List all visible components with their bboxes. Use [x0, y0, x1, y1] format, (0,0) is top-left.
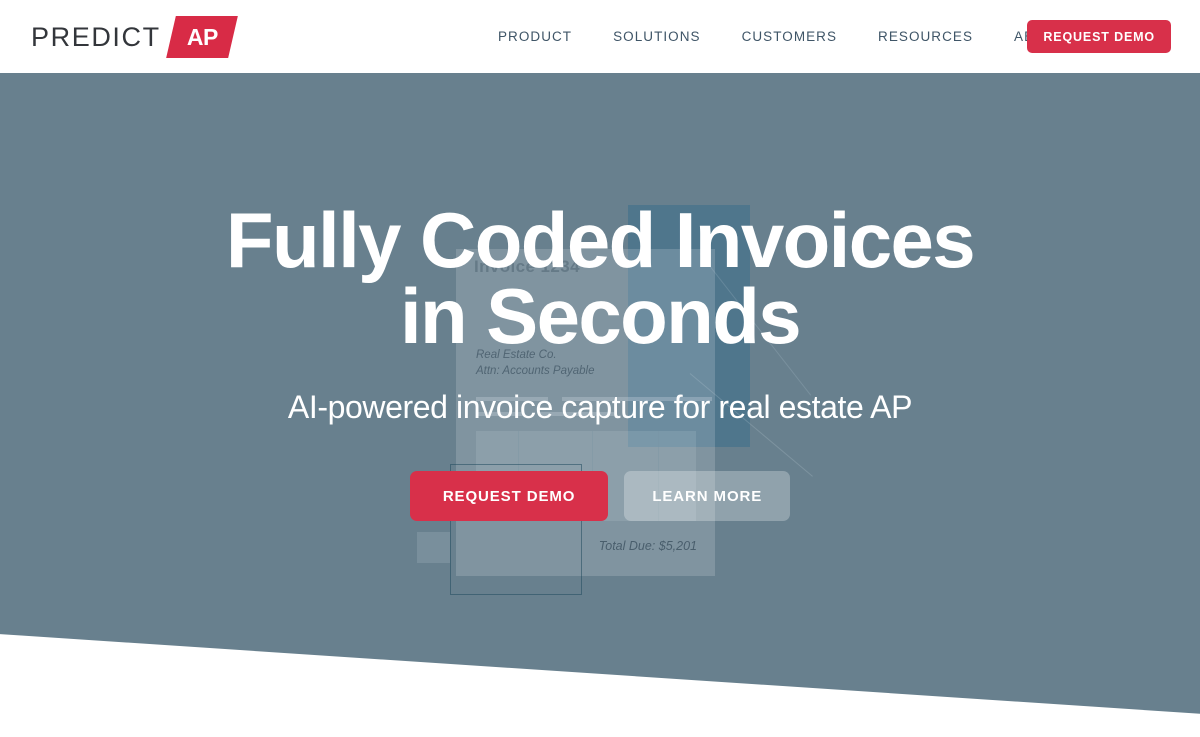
hero-cta-group: REQUEST DEMO LEARN MORE: [409, 471, 791, 522]
site-header: PREDICT AP PRODUCT SOLUTIONS CUSTOMERS R…: [0, 0, 1200, 73]
nav-item-resources[interactable]: RESOURCES: [878, 23, 973, 50]
nav-item-solutions[interactable]: SOLUTIONS: [613, 23, 700, 50]
logo-ap-badge-text: AP: [186, 23, 218, 50]
hero-headline-line-2: in Seconds: [399, 271, 802, 360]
hero-subheadline: AI-powered invoice capture for real esta…: [287, 389, 913, 426]
logo[interactable]: PREDICT AP: [31, 16, 238, 58]
landing-page: PREDICT AP PRODUCT SOLUTIONS CUSTOMERS R…: [0, 0, 1200, 737]
logo-ap-badge-icon: AP: [165, 16, 238, 58]
logo-wordmark: PREDICT: [31, 21, 161, 52]
nav-item-product[interactable]: PRODUCT: [498, 23, 572, 50]
hero-request-demo-button[interactable]: REQUEST DEMO: [409, 471, 609, 522]
primary-navigation: PRODUCT SOLUTIONS CUSTOMERS RESOURCES AB…: [498, 0, 1066, 73]
hero-section: Invoice 1234 Real Estate Co. Attn: Accou…: [0, 73, 1200, 714]
hero-headline-line-1: Fully Coded Invoices: [225, 196, 976, 284]
hero-content: Fully Coded Invoices in Seconds AI-power…: [0, 73, 1200, 714]
hero-headline: Fully Coded Invoices in Seconds: [226, 201, 976, 360]
header-request-demo-button[interactable]: REQUEST DEMO: [1027, 20, 1171, 53]
hero-learn-more-button[interactable]: LEARN MORE: [624, 471, 791, 522]
nav-item-customers[interactable]: CUSTOMERS: [742, 23, 837, 50]
